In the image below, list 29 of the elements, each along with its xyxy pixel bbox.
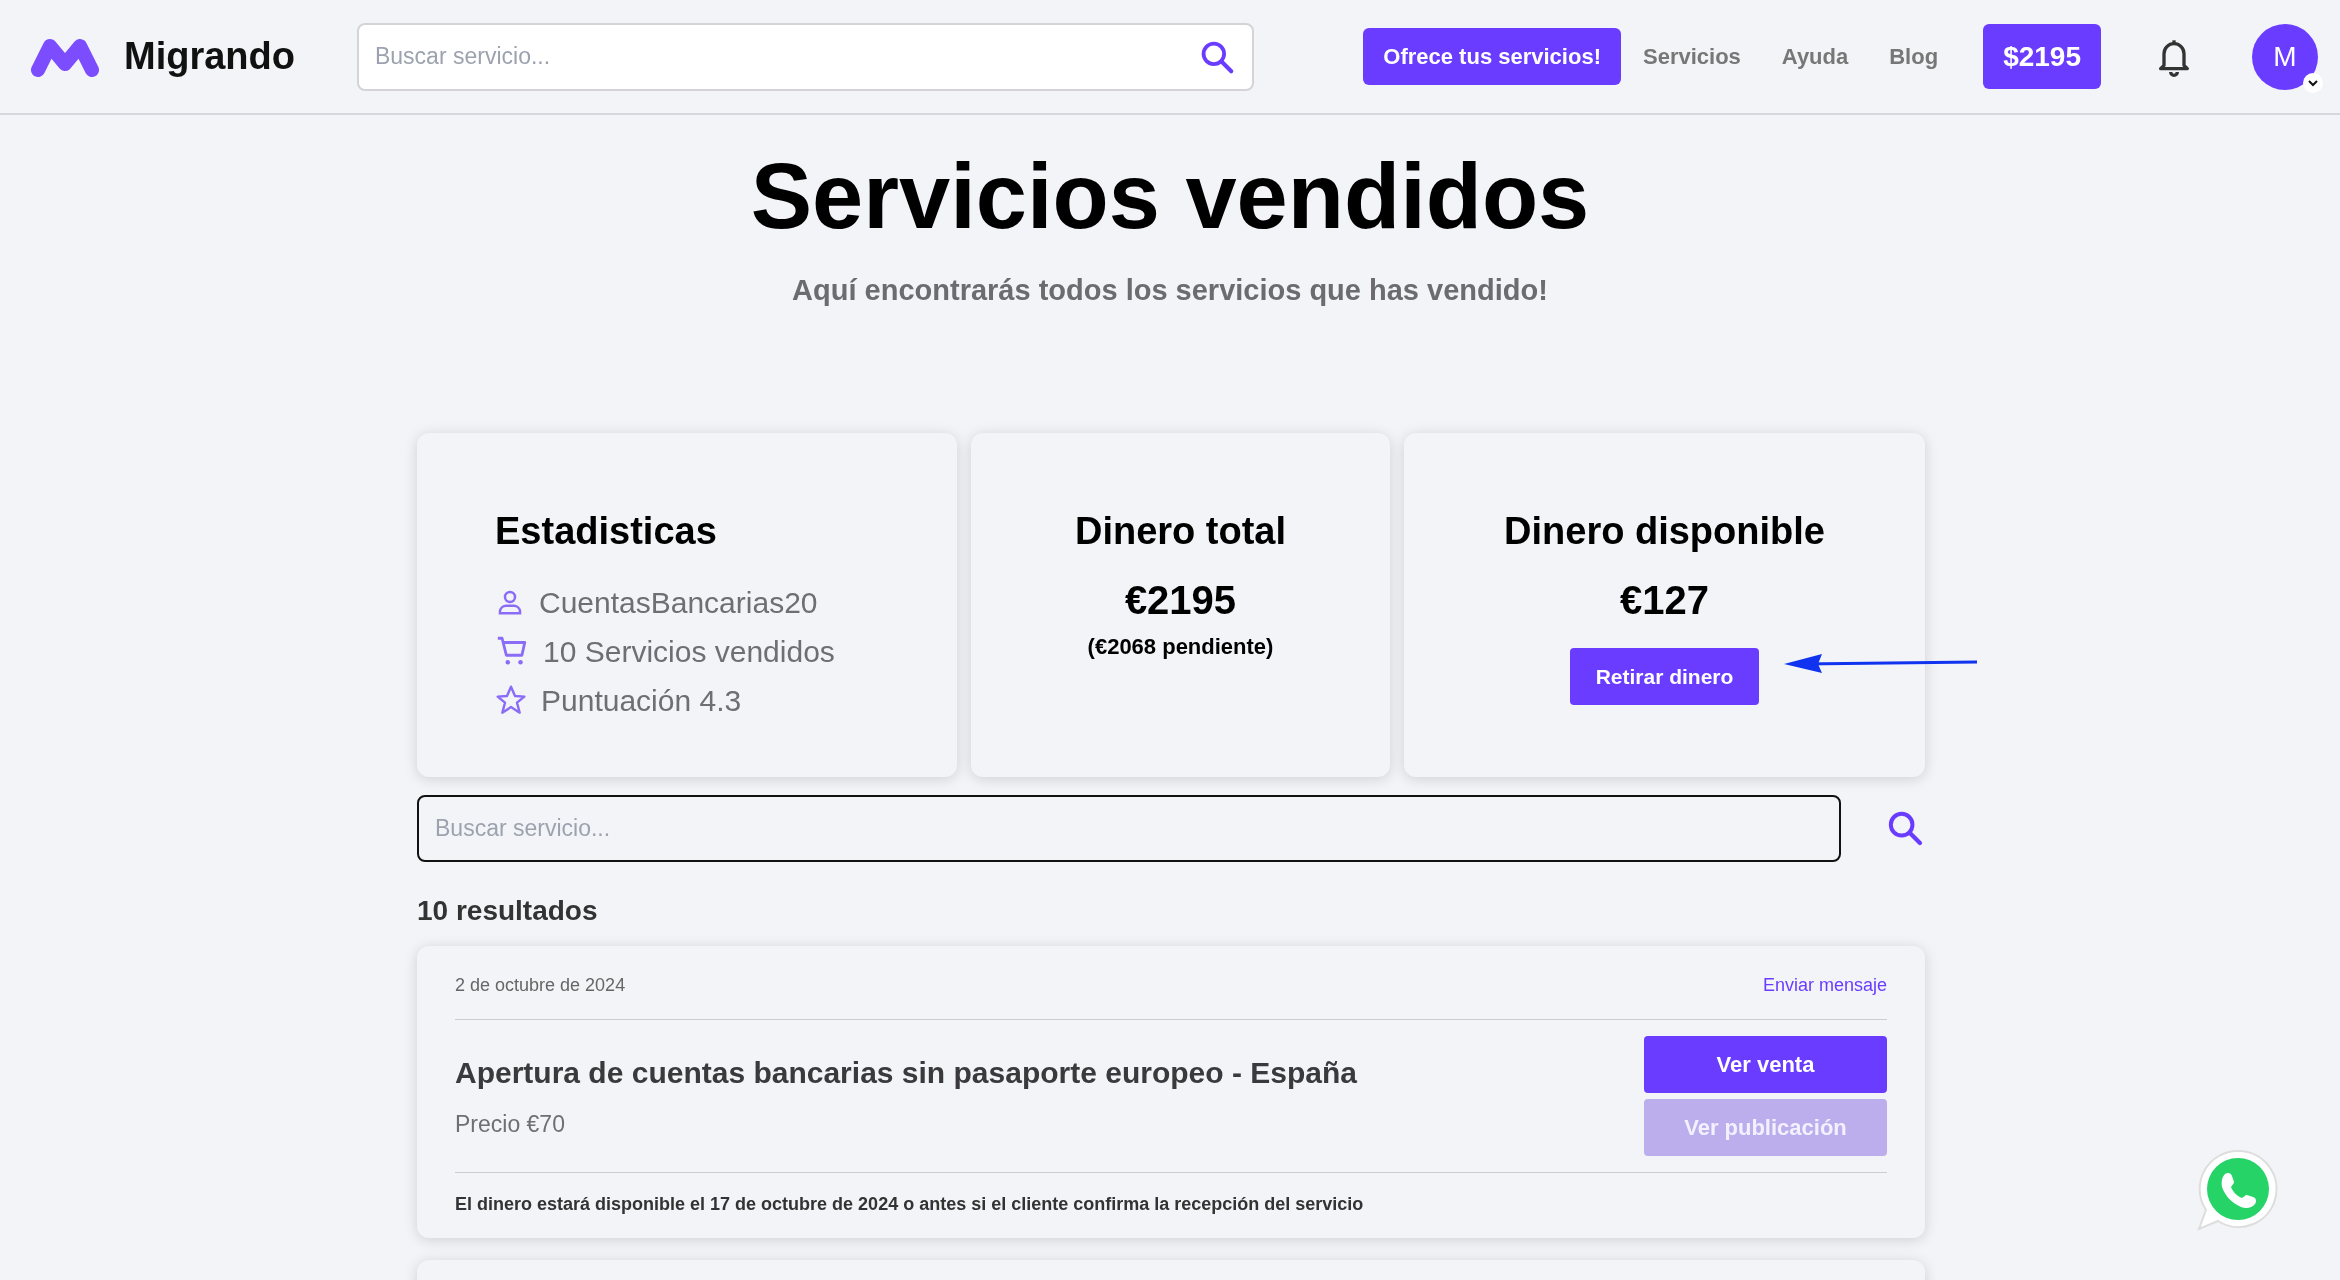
brand-name[interactable]: Migrando bbox=[124, 28, 295, 85]
results-count: 10 resultados bbox=[417, 893, 599, 928]
stat-text: CuentasBancarias20 bbox=[539, 584, 818, 621]
offer-services-button[interactable]: Ofrece tus servicios! bbox=[1363, 28, 1621, 85]
star-icon bbox=[495, 684, 527, 717]
chevron-down-icon[interactable] bbox=[2302, 71, 2324, 94]
availability-note: El dinero estará disponible el 17 de octubre de 2024 o antes si el cliente confirma la recepción del servicio bbox=[455, 1192, 1365, 1216]
balance-button[interactable]: $2195 bbox=[1983, 24, 2101, 89]
card-title: Dinero disponible bbox=[1504, 508, 1825, 554]
card-title: Estadisticas bbox=[495, 508, 718, 554]
sale-date: 2 de octubre de 2024 bbox=[455, 973, 626, 997]
card-title: Dinero total bbox=[1074, 508, 1287, 554]
nav-link[interactable]: Servicios bbox=[1642, 40, 1741, 73]
search-field[interactable]: Buscar servicio... bbox=[417, 794, 1842, 862]
page-subtitle: Aquí encontrarás todos los servicios que has vendido! bbox=[791, 273, 1549, 309]
nav-link[interactable]: Ayuda bbox=[1781, 40, 1849, 73]
total-amount: €2195 bbox=[1124, 576, 1237, 624]
sale-price: Precio €70 bbox=[455, 1110, 566, 1140]
nav-link[interactable]: Blog bbox=[1889, 40, 1939, 73]
avatar[interactable]: M bbox=[2252, 23, 2318, 90]
withdraw-button[interactable]: Retirar dinero bbox=[1569, 647, 1760, 705]
available-amount: €127 bbox=[1620, 576, 1709, 624]
view-sale-button[interactable]: Ver venta bbox=[1644, 1035, 1887, 1093]
page-title: Servicios vendidos bbox=[749, 144, 1591, 249]
send-message-link[interactable]: Enviar mensaje bbox=[1762, 971, 1887, 999]
stat-text: Puntuación 4.3 bbox=[541, 682, 742, 719]
stat-text: 10 Servicios vendidos bbox=[543, 633, 835, 670]
pending-amount: (€2068 pendiente) bbox=[1087, 632, 1274, 661]
sale-title: Apertura de cuentas bancarias sin pasaporte europeo - España bbox=[455, 1055, 1357, 1092]
